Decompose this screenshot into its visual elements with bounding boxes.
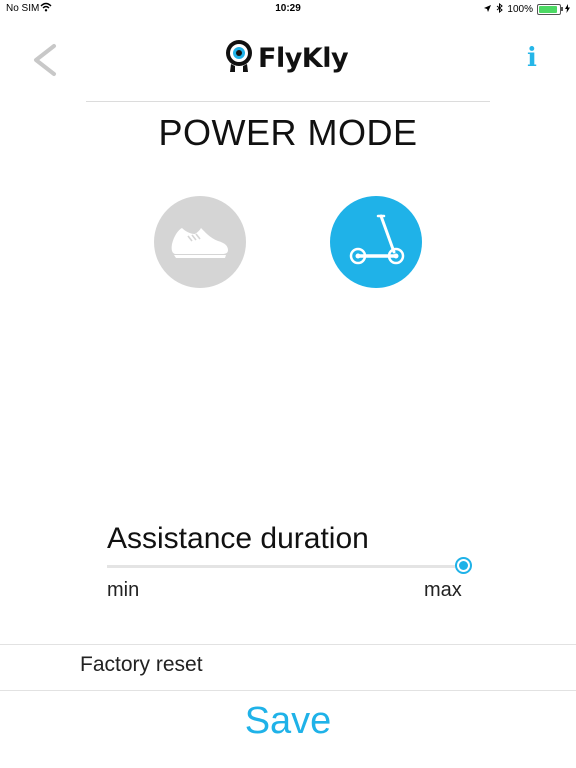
- logo-text: FlyKly: [258, 42, 349, 74]
- assistance-duration-label: Assistance duration: [107, 522, 369, 555]
- info-button[interactable]: i: [520, 40, 544, 76]
- info-icon: i: [527, 43, 537, 73]
- page-title: POWER MODE: [158, 112, 418, 153]
- assistance-slider-fill: [107, 565, 463, 568]
- factory-reset-button[interactable]: Factory reset: [80, 653, 203, 677]
- back-button[interactable]: [28, 40, 62, 80]
- mode-scooter-button[interactable]: [330, 196, 422, 288]
- header-divider: [86, 101, 490, 102]
- battery-percent: 100%: [507, 4, 533, 15]
- slider-max-label: max: [424, 579, 462, 601]
- kick-scooter-icon: [349, 214, 405, 265]
- battery-icon: [537, 4, 563, 15]
- assistance-slider-thumb[interactable]: [455, 557, 472, 574]
- divider: [0, 644, 576, 645]
- logo-eye-icon: [224, 38, 254, 79]
- divider: [0, 690, 576, 691]
- chevron-left-icon: [34, 44, 56, 76]
- status-bar: No SIM 10:29 100%: [0, 0, 576, 18]
- slider-min-label: min: [107, 579, 140, 601]
- mode-walk-button[interactable]: [154, 196, 246, 288]
- status-right: 100%: [483, 2, 570, 16]
- charging-icon: [565, 3, 570, 16]
- location-arrow-icon: [483, 4, 492, 16]
- save-button[interactable]: Save: [0, 700, 576, 743]
- bluetooth-icon: [496, 2, 504, 16]
- flykly-logo: FlyKly: [224, 38, 349, 79]
- sneaker-icon: [171, 228, 228, 258]
